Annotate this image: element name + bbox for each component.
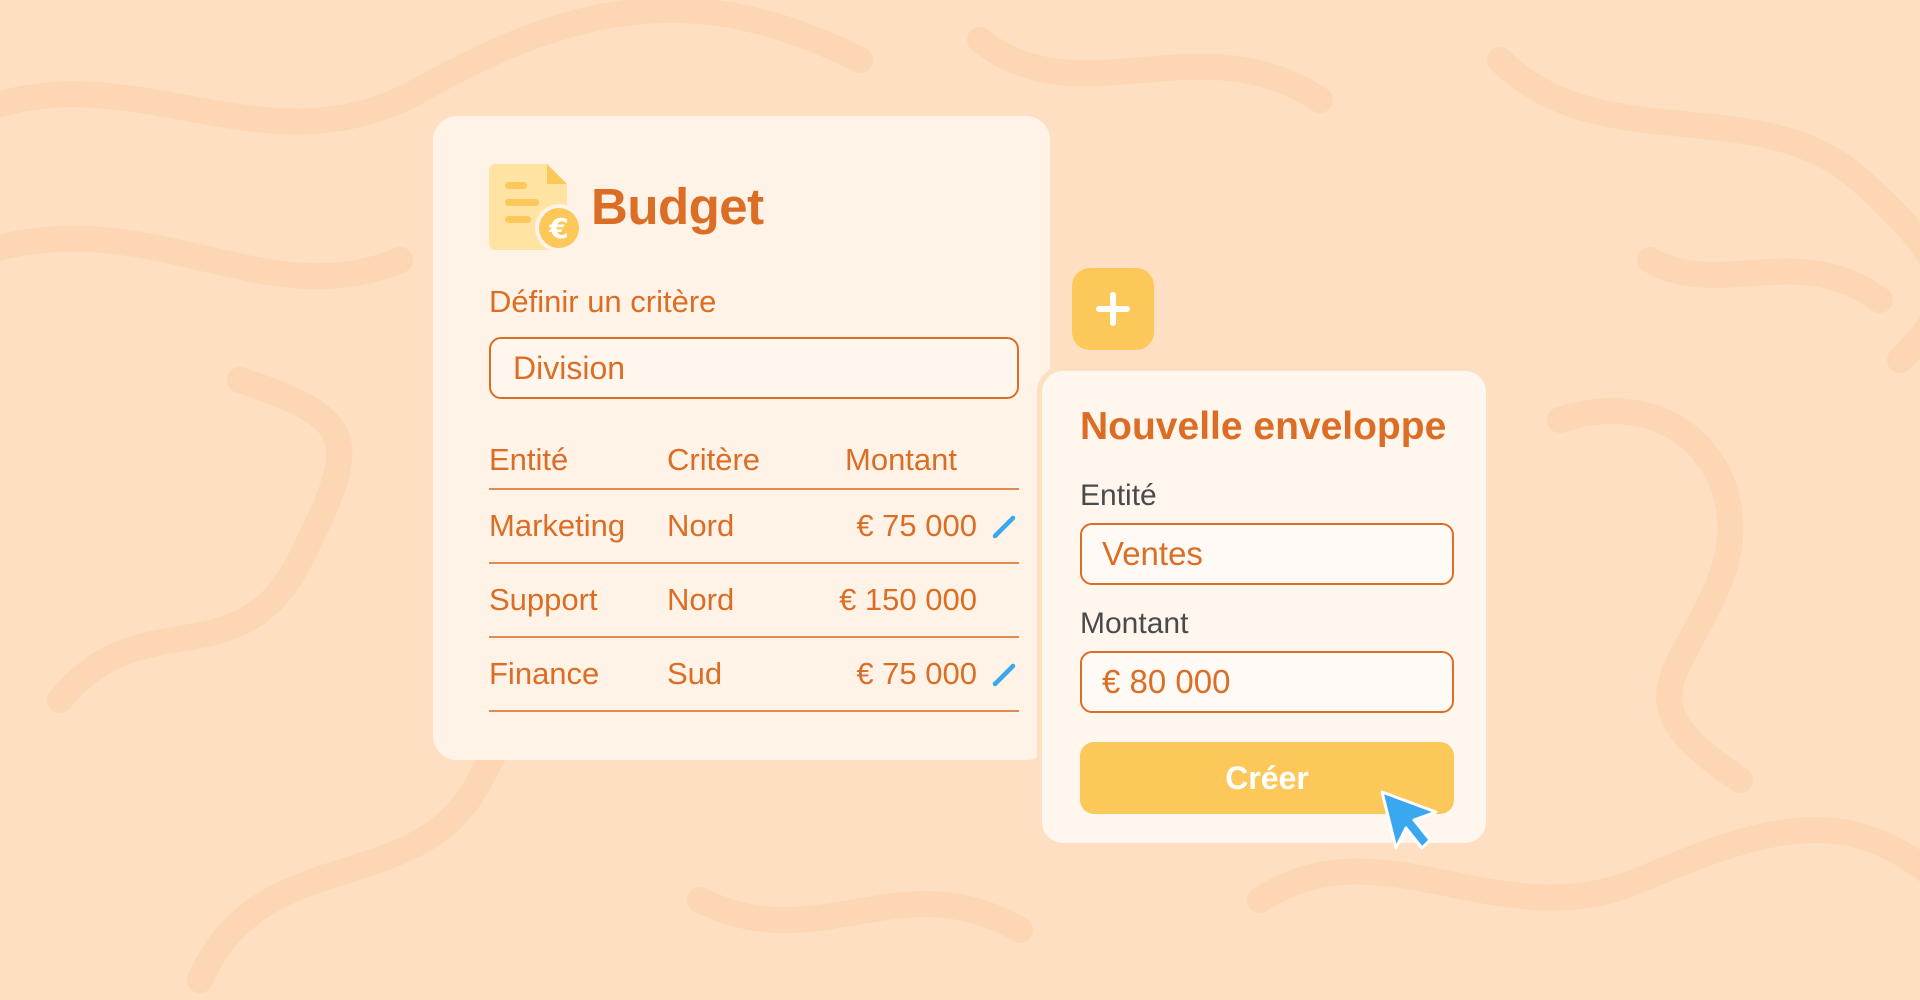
row-criterion: Sud (667, 656, 723, 691)
amount-input[interactable]: € 80 000 (1080, 651, 1454, 713)
row-entity: Marketing (489, 508, 626, 543)
row-amount: € 75 000 (856, 508, 977, 543)
svg-text:€: € (548, 212, 568, 245)
budget-card: € Budget Définir un critère Division Ent… (433, 116, 1050, 760)
budget-document-icon: € (489, 164, 583, 252)
new-envelope-card: Nouvelle enveloppe Entité Ventes Montant… (1037, 366, 1491, 848)
budget-title: Budget (591, 177, 764, 235)
envelope-title: Nouvelle enveloppe (1080, 405, 1447, 448)
entity-input[interactable]: Ventes (1080, 523, 1454, 585)
edit-pencil-icon[interactable] (991, 512, 1019, 540)
row-entity: Support (489, 582, 598, 617)
amount-label: Montant (1080, 607, 1189, 640)
row-amount: € 75 000 (856, 656, 977, 691)
row-entity: Finance (489, 656, 600, 691)
table-row: Support Nord € 150 000 (489, 564, 1019, 638)
table-header: Entité Critère Montant (489, 432, 1019, 490)
column-header-criterion: Critère (667, 442, 761, 477)
mouse-cursor-icon (1380, 790, 1438, 850)
column-header-amount: Montant (845, 442, 958, 477)
edit-pencil-icon[interactable] (991, 660, 1019, 688)
budget-header: € Budget (489, 158, 764, 254)
add-envelope-button[interactable] (1072, 268, 1154, 350)
row-criterion: Nord (667, 582, 735, 617)
plus-icon (1096, 292, 1130, 326)
table-row: Marketing Nord € 75 000 (489, 490, 1019, 564)
row-amount: € 150 000 (839, 582, 977, 617)
row-criterion: Nord (667, 508, 735, 543)
criteria-input[interactable]: Division (489, 337, 1019, 399)
column-header-entity: Entité (489, 442, 569, 477)
entity-label: Entité (1080, 479, 1157, 512)
table-row: Finance Sud € 75 000 (489, 638, 1019, 712)
criteria-label: Définir un critère (489, 284, 717, 319)
